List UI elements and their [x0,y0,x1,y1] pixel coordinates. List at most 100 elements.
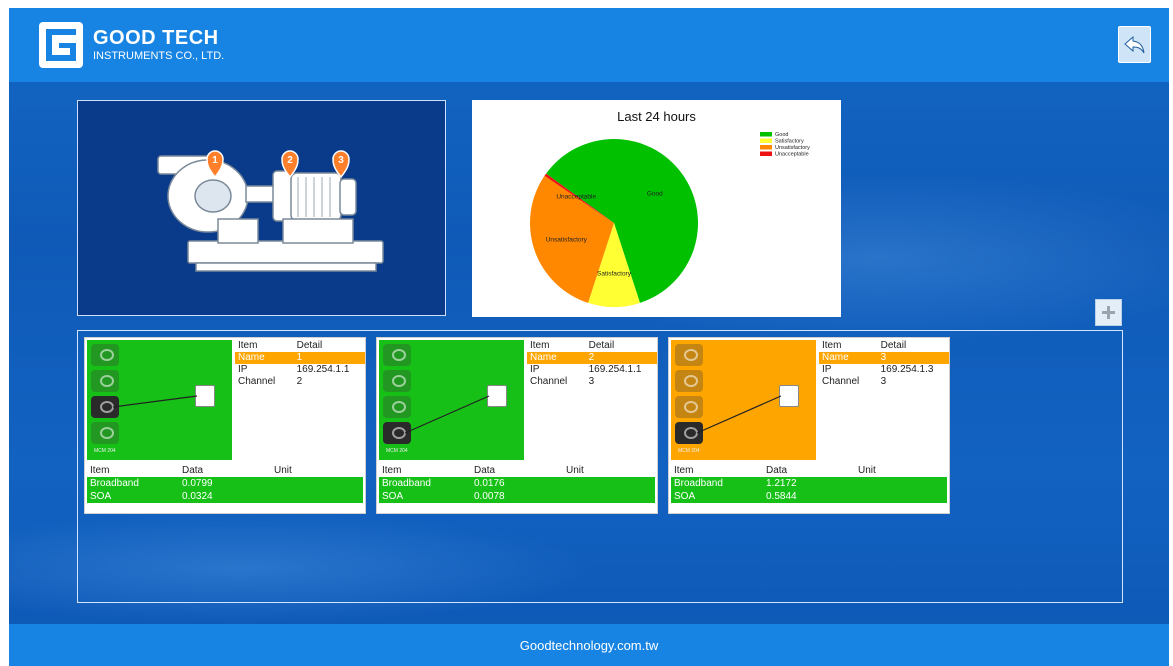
detail-row: Channel 3 [819,376,949,388]
detail-header-item: Item [238,340,258,351]
measurement-header-data: Data [473,465,496,476]
measurement-unit [858,490,947,503]
measurement-header-row: Item Data Unit [671,464,947,477]
sensor-card[interactable]: MCM 204 Item Detail Name 2 IP 169.254.1.1 Chann… [376,337,658,514]
measurement-header-item: Item [674,465,694,476]
measurement-row: SOA 0.0078 [379,490,655,503]
measurement-table: Item Data Unit Broadband 1.2172 SOA 0.5844 [671,464,947,503]
back-button[interactable] [1118,26,1151,63]
chart-title: Last 24 hours [617,109,696,124]
detail-row: IP 169.254.1.3 [819,364,949,376]
measurement-table: Item Data Unit Broadband 0.0799 SOA 0.0324 [87,464,363,503]
measurement-value: 0.0799 [181,478,213,489]
legend-swatch [760,132,772,137]
measurement-row: Broadband 0.0176 [379,477,655,490]
legend-entry: Satisfactory [775,139,804,145]
detail-item: Name [530,352,557,363]
detail-value: 169.254.1.3 [880,364,934,375]
detail-table: Item Detail Name 2 IP 169.254.1.1 Channel 3 [527,340,657,388]
sensor-status-panel: MCM 204 [671,340,816,460]
detail-row: Name 3 [819,352,949,364]
sensor-card[interactable]: MCM 204 Item Detail Name 1 IP 169.254.1.1 Chann… [84,337,366,514]
detail-value: 1 [296,352,303,363]
measurement-unit [274,490,363,503]
measurement-value: 0.5844 [765,491,797,502]
legend-entry: Good [775,132,788,138]
legend-swatch [760,151,772,156]
pie-data-label: Good [647,190,663,197]
cable-line [404,395,490,434]
header-bar: GOOD TECH INSTRUMENTS CO., LTD. [9,8,1169,82]
detail-item: IP [238,364,248,375]
legend-swatch [760,145,772,150]
measurement-header-row: Item Data Unit [379,464,655,477]
detail-row: IP 169.254.1.1 [235,364,365,376]
company-name: GOOD TECH [93,27,219,49]
detail-header-row: Item Detail [527,340,657,352]
measurement-row: SOA 0.5844 [671,490,947,503]
detail-item: Channel [238,376,276,387]
detail-value: 2 [588,352,595,363]
detail-header-item: Item [822,340,842,351]
detail-item: Channel [530,376,568,387]
measurement-value: 0.0176 [473,478,505,489]
detail-header-detail: Detail [588,340,615,351]
detail-item: Channel [822,376,860,387]
legend-swatch [760,138,772,143]
detail-row: IP 169.254.1.1 [527,364,657,376]
detail-value: 169.254.1.1 [296,364,350,375]
legend-entry: Unacceptable [775,152,809,158]
pump-illustration: 1 2 3 [157,150,384,272]
measurement-unit [566,477,655,490]
pie-data-label: Satisfactory [597,270,632,277]
measurement-header-unit: Unit [565,465,584,476]
measurement-value: 1.2172 [765,478,797,489]
detail-row: Channel 2 [235,376,365,388]
pie-data-label: Unacceptable [556,193,596,200]
detail-item: IP [822,364,832,375]
measurement-item: Broadband [674,478,723,489]
marker-1-label: 1 [212,155,218,166]
detail-header-row: Item Detail [235,340,365,352]
detail-row: Channel 3 [527,376,657,388]
detail-table: Item Detail Name 3 IP 169.254.1.3 Channel 3 [819,340,949,388]
pie-chart: GoodSatisfactoryUnsatisfactoryUnacceptab… [530,132,810,307]
detail-table: Item Detail Name 1 IP 169.254.1.1 Channel 2 [235,340,365,388]
detail-header-detail: Detail [296,340,323,351]
status-pie-chart-panel: Last 24 hours Good Satisfactory Unsatisfac… [472,100,841,317]
detail-header-row: Item Detail [819,340,949,352]
measurement-header-data: Data [181,465,204,476]
measurement-row: SOA 0.0324 [87,490,363,503]
measurement-item: SOA [674,491,696,502]
measurement-item: Broadband [382,478,431,489]
measurement-unit [566,490,655,503]
company-subtitle: INSTRUMENTS CO., LTD. [93,50,225,62]
measurement-unit [858,477,947,490]
detail-row: Name 1 [235,352,365,364]
pump-diagram-panel: 1 2 3 [77,100,446,316]
sensor-status-panel: MCM 204 [379,340,524,460]
sensor-cards-area: MCM 204 Item Detail Name 1 IP 169.254.1.1 Chann… [77,330,1123,603]
detail-header-item: Item [530,340,550,351]
measurement-header-data: Data [765,465,788,476]
measurement-item: SOA [90,491,112,502]
measurement-header-row: Item Data Unit [87,464,363,477]
plus-icon [1102,306,1115,319]
cable-line [112,395,198,408]
sensor-card[interactable]: MCM 204 Item Detail Name 3 IP 169.254.1.3 Chann… [668,337,950,514]
measurement-header-unit: Unit [273,465,292,476]
footer-website: Goodtechnology.com.tw [519,637,659,653]
app-window: GOOD TECH INSTRUMENTS CO., LTD. 1 2 3 La… [9,8,1169,666]
company-logo-icon [39,22,83,68]
detail-value: 3 [880,376,887,387]
detail-header-detail: Detail [880,340,907,351]
measurement-row: Broadband 1.2172 [671,477,947,490]
measurement-header-item: Item [382,465,402,476]
detail-item: IP [530,364,540,375]
cable-line [696,395,782,434]
measurement-value: 0.0324 [181,491,213,502]
detail-item: Name [238,352,265,363]
detail-row: Name 2 [527,352,657,364]
detail-value: 2 [296,376,303,387]
add-sensor-button[interactable] [1095,299,1122,326]
